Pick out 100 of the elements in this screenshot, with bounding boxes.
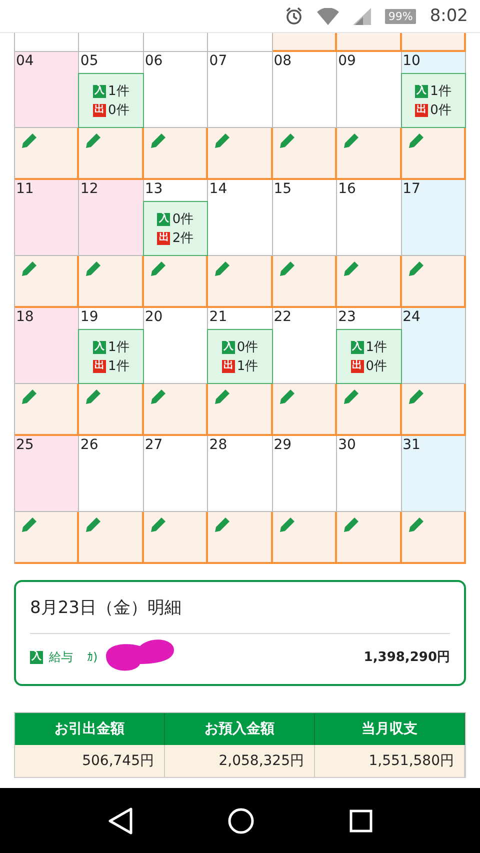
day-cell[interactable]: 30 bbox=[337, 436, 402, 512]
pencil-icon[interactable] bbox=[148, 260, 167, 278]
day-cell[interactable]: 25 bbox=[15, 436, 80, 512]
pencil-icon[interactable] bbox=[213, 260, 232, 278]
day-cell[interactable]: 09 bbox=[337, 52, 402, 128]
recent-apps-icon[interactable] bbox=[349, 808, 373, 832]
pencil-icon[interactable] bbox=[278, 516, 296, 534]
day-number: 22 bbox=[272, 308, 293, 327]
day-number: 26 bbox=[79, 436, 100, 455]
pencil-icon[interactable] bbox=[213, 388, 232, 406]
day-cell[interactable]: 27 bbox=[144, 436, 208, 512]
wifi-icon bbox=[317, 8, 340, 24]
deposit-badge: 入 bbox=[157, 212, 170, 226]
transaction-summary[interactable]: 入 1件 出 0件 bbox=[400, 73, 466, 128]
pencil-icon[interactable] bbox=[84, 260, 102, 278]
day-cell[interactable]: 12 bbox=[79, 180, 144, 256]
day-cell[interactable]: 08 bbox=[272, 52, 338, 128]
day-number: 09 bbox=[337, 52, 357, 71]
pencil-icon[interactable] bbox=[342, 260, 360, 278]
pencil-icon[interactable] bbox=[342, 132, 360, 150]
pencil-icon[interactable] bbox=[148, 388, 167, 406]
deposit-count: 0件 bbox=[236, 339, 258, 356]
deposit-count: 1件 bbox=[108, 83, 130, 100]
day-cell[interactable]: 10 入 1件 出 0件 bbox=[402, 52, 466, 128]
transaction-summary[interactable]: 入 0件 出 1件 bbox=[207, 329, 273, 384]
pencil-icon[interactable] bbox=[84, 388, 102, 406]
day-cell[interactable]: 16 bbox=[337, 180, 402, 256]
withdrawal-count: 2件 bbox=[172, 230, 194, 247]
signal-icon bbox=[353, 8, 372, 24]
day-cell[interactable]: 05 入 1件 出 0件 bbox=[79, 52, 144, 128]
day-cell[interactable]: 13 入 0件 出 2件 bbox=[144, 180, 208, 256]
day-cell[interactable]: 04 bbox=[15, 52, 80, 128]
transaction-summary[interactable]: 入 1件 出 0件 bbox=[336, 329, 402, 384]
day-cell[interactable]: 20 bbox=[144, 308, 208, 384]
entry-category: 給与 bbox=[49, 648, 73, 666]
back-icon[interactable] bbox=[107, 806, 133, 834]
day-cell[interactable]: 23 入 1件 出 0件 bbox=[337, 308, 402, 384]
transaction-summary[interactable]: 入 1件 出 1件 bbox=[78, 329, 144, 384]
pencil-icon[interactable] bbox=[84, 516, 102, 534]
pencil-icon[interactable] bbox=[213, 516, 232, 534]
pencil-icon[interactable] bbox=[278, 260, 296, 278]
pencil-icon[interactable] bbox=[20, 516, 38, 534]
day-number: 05 bbox=[79, 52, 100, 71]
deposit-count: 1件 bbox=[366, 339, 387, 356]
day-cell[interactable]: 15 bbox=[272, 180, 338, 256]
pencil-icon[interactable] bbox=[406, 260, 425, 278]
day-cell[interactable]: 07 bbox=[208, 52, 273, 128]
day-cell[interactable]: 31 bbox=[402, 436, 466, 512]
pencil-icon[interactable] bbox=[148, 132, 167, 150]
withdrawal-count: 0件 bbox=[430, 102, 452, 119]
day-number: 17 bbox=[402, 180, 422, 199]
day-cell[interactable]: 22 bbox=[272, 308, 338, 384]
pencil-icon[interactable] bbox=[20, 260, 38, 278]
day-number: 15 bbox=[272, 180, 293, 199]
day-cell[interactable]: 21 入 0件 出 1件 bbox=[208, 308, 273, 384]
table-cell: 1,551,580円 bbox=[315, 745, 465, 777]
day-cell[interactable]: 26 bbox=[79, 436, 144, 512]
pencil-icon[interactable] bbox=[278, 388, 296, 406]
day-cell[interactable]: 17 bbox=[402, 180, 466, 256]
day-cell[interactable]: 18 bbox=[15, 308, 80, 384]
pencil-icon[interactable] bbox=[84, 132, 102, 150]
table-cell: 506,745円 bbox=[15, 745, 165, 777]
column-header: お預入金額 bbox=[165, 713, 315, 745]
withdrawal-count: 0件 bbox=[366, 358, 387, 375]
pencil-icon[interactable] bbox=[213, 132, 232, 150]
day-cell[interactable]: 19 入 1件 出 1件 bbox=[79, 308, 144, 384]
deposit-badge: 入 bbox=[222, 340, 235, 354]
day-cell[interactable]: 24 bbox=[402, 308, 466, 384]
day-number: 11 bbox=[15, 180, 35, 199]
day-number: 19 bbox=[79, 308, 100, 327]
transaction-summary[interactable]: 入 1件 出 0件 bbox=[78, 73, 144, 128]
pencil-icon[interactable] bbox=[342, 516, 360, 534]
pencil-icon[interactable] bbox=[406, 132, 425, 150]
day-cell[interactable]: 28 bbox=[208, 436, 273, 512]
day-cell[interactable]: 11 bbox=[15, 180, 80, 256]
pencil-icon[interactable] bbox=[278, 132, 296, 150]
alarm-icon bbox=[285, 7, 304, 25]
day-number: 07 bbox=[208, 52, 228, 71]
withdrawal-badge: 出 bbox=[415, 104, 428, 116]
day-number: 16 bbox=[337, 180, 357, 199]
day-number: 31 bbox=[402, 436, 422, 455]
table-cell: 2,058,325円 bbox=[165, 745, 315, 777]
day-number: 27 bbox=[144, 436, 164, 455]
pencil-icon[interactable] bbox=[406, 388, 425, 406]
day-cell[interactable]: 29 bbox=[272, 436, 338, 512]
day-number: 12 bbox=[79, 180, 100, 199]
deposit-count: 1件 bbox=[108, 339, 130, 356]
pencil-icon[interactable] bbox=[20, 388, 38, 406]
day-cell[interactable]: 06 bbox=[144, 52, 208, 128]
pencil-icon[interactable] bbox=[406, 516, 425, 534]
home-icon[interactable] bbox=[227, 806, 255, 834]
deposit-badge: 入 bbox=[30, 650, 43, 664]
deposit-count: 1件 bbox=[430, 83, 452, 100]
pencil-icon[interactable] bbox=[148, 516, 167, 534]
pencil-icon[interactable] bbox=[20, 132, 38, 150]
day-cell[interactable]: 14 bbox=[208, 180, 273, 256]
day-number: 06 bbox=[144, 52, 164, 71]
transaction-summary[interactable]: 入 0件 出 2件 bbox=[142, 201, 208, 256]
day-number: 30 bbox=[337, 436, 357, 455]
pencil-icon[interactable] bbox=[342, 388, 360, 406]
